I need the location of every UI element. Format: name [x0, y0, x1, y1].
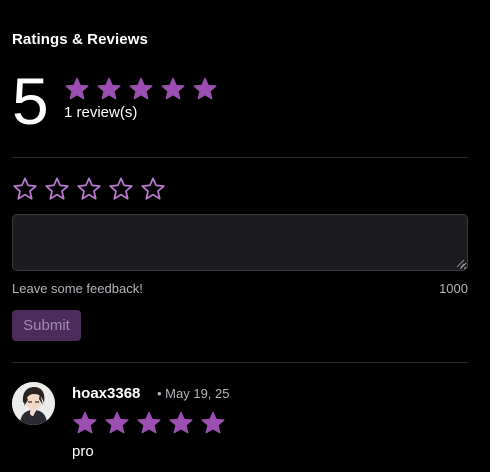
resize-handle-icon[interactable]: [455, 258, 465, 268]
section-title: Ratings & Reviews: [12, 31, 148, 48]
star-icon[interactable]: [12, 176, 38, 202]
star-icon: [104, 410, 130, 436]
star-icon: [64, 76, 90, 102]
review-username[interactable]: hoax3368: [72, 385, 140, 402]
average-score: 5: [12, 64, 49, 138]
star-icon: [96, 76, 122, 102]
review-stars: [72, 410, 226, 436]
star-icon: [136, 410, 162, 436]
star-icon: [168, 410, 194, 436]
feedback-hint: Leave some feedback!: [12, 281, 143, 296]
rating-input[interactable]: [12, 176, 166, 202]
star-icon: [160, 76, 186, 102]
star-icon[interactable]: [140, 176, 166, 202]
star-icon: [200, 410, 226, 436]
review-count: 1 review(s): [64, 104, 138, 121]
character-limit: 1000: [439, 281, 468, 296]
avatar[interactable]: [12, 382, 55, 425]
divider: [12, 157, 468, 158]
average-stars: [64, 76, 218, 102]
star-icon: [72, 410, 98, 436]
star-icon: [128, 76, 154, 102]
star-icon[interactable]: [108, 176, 134, 202]
submit-button[interactable]: Submit: [12, 310, 81, 341]
star-icon[interactable]: [44, 176, 70, 202]
star-icon[interactable]: [76, 176, 102, 202]
review-text: pro: [72, 443, 94, 460]
divider: [12, 362, 468, 363]
star-icon: [192, 76, 218, 102]
user-avatar-icon: [12, 382, 55, 425]
feedback-textarea[interactable]: [12, 214, 468, 271]
review-date: • May 19, 25: [157, 386, 230, 401]
